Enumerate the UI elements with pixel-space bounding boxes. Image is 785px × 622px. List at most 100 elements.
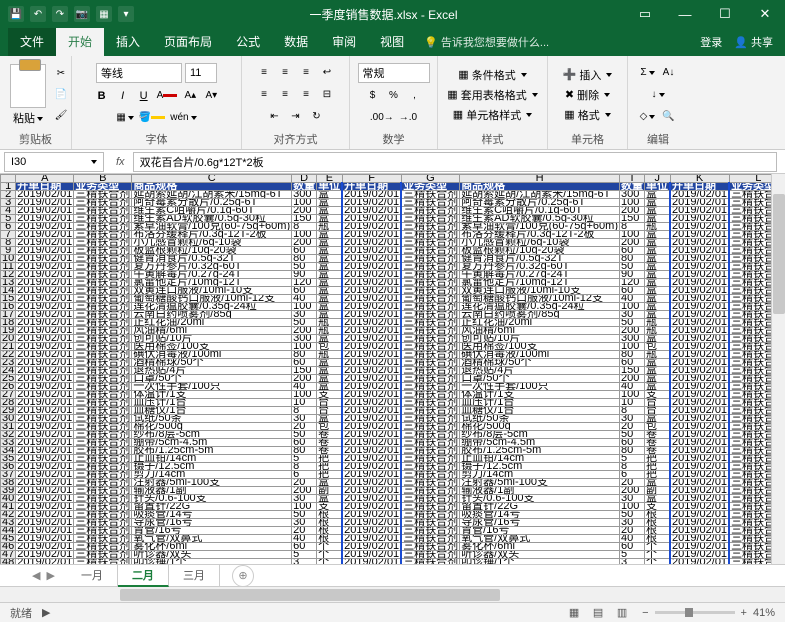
- cell[interactable]: 2019/02/01: [670, 263, 729, 271]
- cell[interactable]: 2019/02/01: [342, 431, 401, 439]
- cell[interactable]: 2019/02/01: [670, 455, 729, 463]
- cell[interactable]: 盒: [317, 375, 343, 383]
- cell[interactable]: 2019/02/01: [16, 543, 74, 551]
- cell[interactable]: 100: [292, 303, 317, 311]
- align-left-button[interactable]: ≡: [255, 86, 273, 104]
- cell[interactable]: 瓶: [317, 319, 343, 327]
- cell[interactable]: 三精铁合剂: [74, 471, 132, 479]
- cell[interactable]: 2019/02/01: [670, 207, 729, 215]
- cell[interactable]: 医用棉签/100支: [132, 343, 292, 351]
- cell[interactable]: 6: [292, 471, 317, 479]
- cell[interactable]: 2019/02/01: [342, 519, 401, 527]
- cell[interactable]: 三精铁合剂: [74, 207, 132, 215]
- cell[interactable]: 40: [292, 295, 317, 303]
- cell[interactable]: 盒: [645, 295, 671, 303]
- cell[interactable]: 盒: [645, 287, 671, 295]
- cell[interactable]: 60: [292, 287, 317, 295]
- cell[interactable]: 葡萄糖酸钙口服液/10ml-12支: [132, 295, 292, 303]
- cell[interactable]: 绷带/5cm-4.5m: [460, 439, 620, 447]
- cell[interactable]: 把: [317, 455, 343, 463]
- row-header[interactable]: 34: [1, 447, 16, 455]
- cell[interactable]: 2019/02/01: [16, 207, 74, 215]
- cell[interactable]: 2019/02/01: [16, 263, 74, 271]
- tab-layout[interactable]: 页面布局: [152, 28, 224, 56]
- cell[interactable]: 棉花/500g: [460, 423, 620, 431]
- cell[interactable]: 根: [645, 527, 671, 535]
- cell[interactable]: 2019/02/01: [670, 271, 729, 279]
- shrink-font-button[interactable]: A▾: [202, 87, 220, 105]
- cell[interactable]: 200: [292, 375, 317, 383]
- cell[interactable]: 三精铁合剂: [401, 479, 460, 487]
- col-header[interactable]: B: [74, 175, 132, 183]
- cell[interactable]: 三精铁合剂: [74, 287, 132, 295]
- cell[interactable]: 100: [292, 503, 317, 511]
- cell[interactable]: 50: [620, 511, 645, 519]
- font-size-input[interactable]: [185, 63, 217, 83]
- cell[interactable]: 2019/02/01: [16, 511, 74, 519]
- cell[interactable]: 支: [645, 391, 671, 399]
- cell[interactable]: 三精铁合剂: [74, 303, 132, 311]
- cell[interactable]: 2019/02/01: [342, 223, 401, 231]
- fill-color-button[interactable]: 🪣: [138, 109, 166, 127]
- col-header[interactable]: K: [670, 175, 729, 183]
- cell[interactable]: 200: [620, 375, 645, 383]
- row-header[interactable]: 19: [1, 327, 16, 335]
- cell[interactable]: 小儿感冒颗粒/6g-10袋: [460, 239, 620, 247]
- tell-me[interactable]: 💡 告诉我您想要做什么...: [424, 34, 549, 50]
- cell[interactable]: 三精铁合剂: [74, 399, 132, 407]
- cell[interactable]: 三精铁合剂: [401, 287, 460, 295]
- underline-button[interactable]: U: [135, 87, 153, 105]
- cell[interactable]: 2019/02/01: [670, 239, 729, 247]
- cell[interactable]: 2019/02/01: [342, 559, 401, 565]
- cell[interactable]: 6: [620, 471, 645, 479]
- inc-decimal-button[interactable]: .00→: [369, 109, 395, 127]
- cell[interactable]: 三精铁合剂: [401, 359, 460, 367]
- cell[interactable]: 50: [292, 263, 317, 271]
- cell[interactable]: 三精铁合剂: [401, 327, 460, 335]
- cell[interactable]: 盒: [317, 287, 343, 295]
- cell[interactable]: 一次性手套/100只: [460, 383, 620, 391]
- cell[interactable]: 瓶: [317, 327, 343, 335]
- sheet-tab-february[interactable]: 二月: [118, 565, 169, 587]
- cell[interactable]: 三精铁合剂: [401, 431, 460, 439]
- cell[interactable]: 三精铁合剂: [401, 207, 460, 215]
- name-box[interactable]: I30: [4, 152, 104, 172]
- cell[interactable]: 100: [620, 343, 645, 351]
- cell[interactable]: 8: [292, 463, 317, 471]
- share-button[interactable]: 👤 共享: [734, 34, 773, 50]
- cell[interactable]: 雾化杯/6ml: [460, 543, 620, 551]
- tab-nav-left[interactable]: ◀: [32, 569, 40, 582]
- cell[interactable]: 30: [292, 519, 317, 527]
- cell[interactable]: 盒: [317, 263, 343, 271]
- cell[interactable]: 牛黄解毒片/0.27g-24T: [132, 271, 292, 279]
- cell[interactable]: 盒: [317, 335, 343, 343]
- cell[interactable]: 3: [620, 559, 645, 565]
- cell[interactable]: 2019/02/01: [16, 383, 74, 391]
- cell[interactable]: 注射器/5ml-100支: [460, 479, 620, 487]
- cell[interactable]: 三精铁合剂: [74, 551, 132, 559]
- tab-data[interactable]: 数据: [272, 28, 320, 56]
- cell[interactable]: 退热贴/4片: [132, 367, 292, 375]
- cell[interactable]: 三精铁合剂: [401, 295, 460, 303]
- cell[interactable]: 20: [620, 479, 645, 487]
- cell[interactable]: 2019/02/01: [670, 487, 729, 495]
- cell[interactable]: 止血钳/14cm: [132, 455, 292, 463]
- row-header[interactable]: 15: [1, 295, 16, 303]
- cell[interactable]: 三精铁合剂: [401, 559, 460, 565]
- currency-button[interactable]: $: [364, 87, 382, 105]
- cell[interactable]: 三精铁合剂: [401, 231, 460, 239]
- row-header[interactable]: 14: [1, 287, 16, 295]
- cell[interactable]: 2019/02/01: [670, 519, 729, 527]
- cell[interactable]: 三精铁合剂: [74, 223, 132, 231]
- cell[interactable]: 50: [292, 511, 317, 519]
- cell[interactable]: 2019/02/01: [16, 199, 74, 207]
- zoom-in-button[interactable]: +: [741, 607, 747, 619]
- cell[interactable]: 板蓝根颗粒/10g-20袋: [460, 247, 620, 255]
- cell[interactable]: 盒: [317, 311, 343, 319]
- cell[interactable]: 200: [292, 207, 317, 215]
- cell[interactable]: 纱布/8层-5cm: [132, 431, 292, 439]
- cell[interactable]: 一次性手套/100只: [132, 383, 292, 391]
- cell[interactable]: 2019/02/01: [342, 287, 401, 295]
- cell[interactable]: 2019/02/01: [342, 255, 401, 263]
- cell[interactable]: 2019/02/01: [670, 335, 729, 343]
